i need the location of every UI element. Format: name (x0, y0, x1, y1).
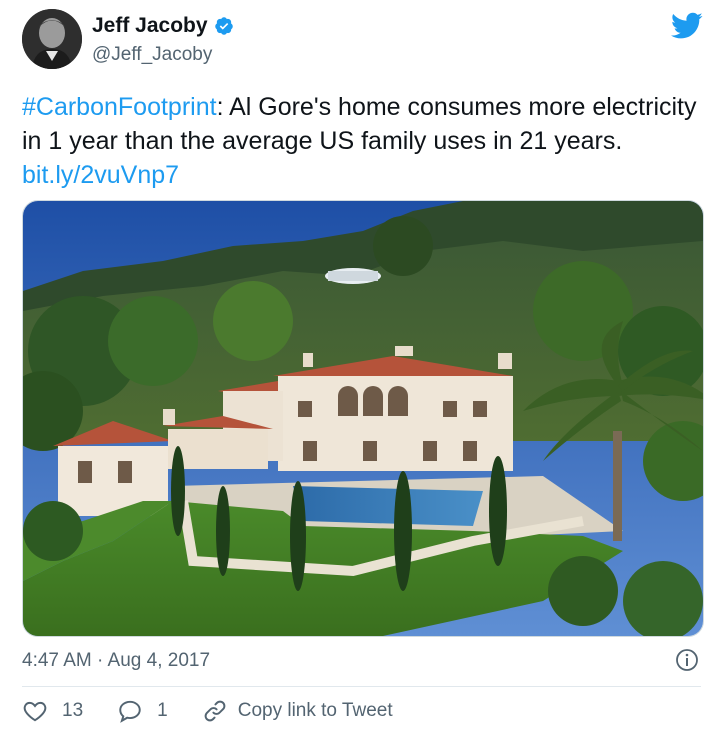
author-name-row[interactable]: Jeff Jacoby (92, 14, 234, 38)
like-count: 13 (62, 700, 84, 721)
copy-link-button[interactable]: Copy link to Tweet (202, 698, 393, 724)
hashtag-link[interactable]: #CarbonFootprint (22, 93, 217, 121)
like-button[interactable]: 13 (22, 698, 83, 724)
info-icon[interactable] (675, 648, 699, 672)
link-icon (204, 700, 226, 722)
twitter-bird-icon[interactable] (671, 12, 703, 40)
footer-divider (22, 686, 701, 687)
heart-icon (23, 701, 47, 722)
tweet-card: Jeff Jacoby @Jeff_Jacoby #CarbonFootprin… (0, 0, 721, 735)
author-handle[interactable]: @Jeff_Jacoby (92, 44, 212, 66)
avatar[interactable] (22, 9, 82, 69)
copy-link-label: Copy link to Tweet (237, 700, 393, 721)
tweet-timestamp[interactable]: 4:47 AM · Aug 4, 2017 (22, 650, 210, 672)
url-link[interactable]: bit.ly/2vuVnp7 (22, 161, 179, 189)
author-name[interactable]: Jeff Jacoby (92, 14, 208, 38)
reply-button[interactable]: 1 (117, 698, 168, 724)
verified-badge-icon (214, 17, 233, 35)
reply-icon (119, 700, 141, 723)
tweet-text: #CarbonFootprint: Al Gore's home consume… (22, 90, 697, 192)
tweet-actions: 13 1 Copy link to Tweet (22, 698, 393, 724)
tweet-photo[interactable] (22, 200, 704, 637)
reply-count: 1 (157, 700, 168, 721)
